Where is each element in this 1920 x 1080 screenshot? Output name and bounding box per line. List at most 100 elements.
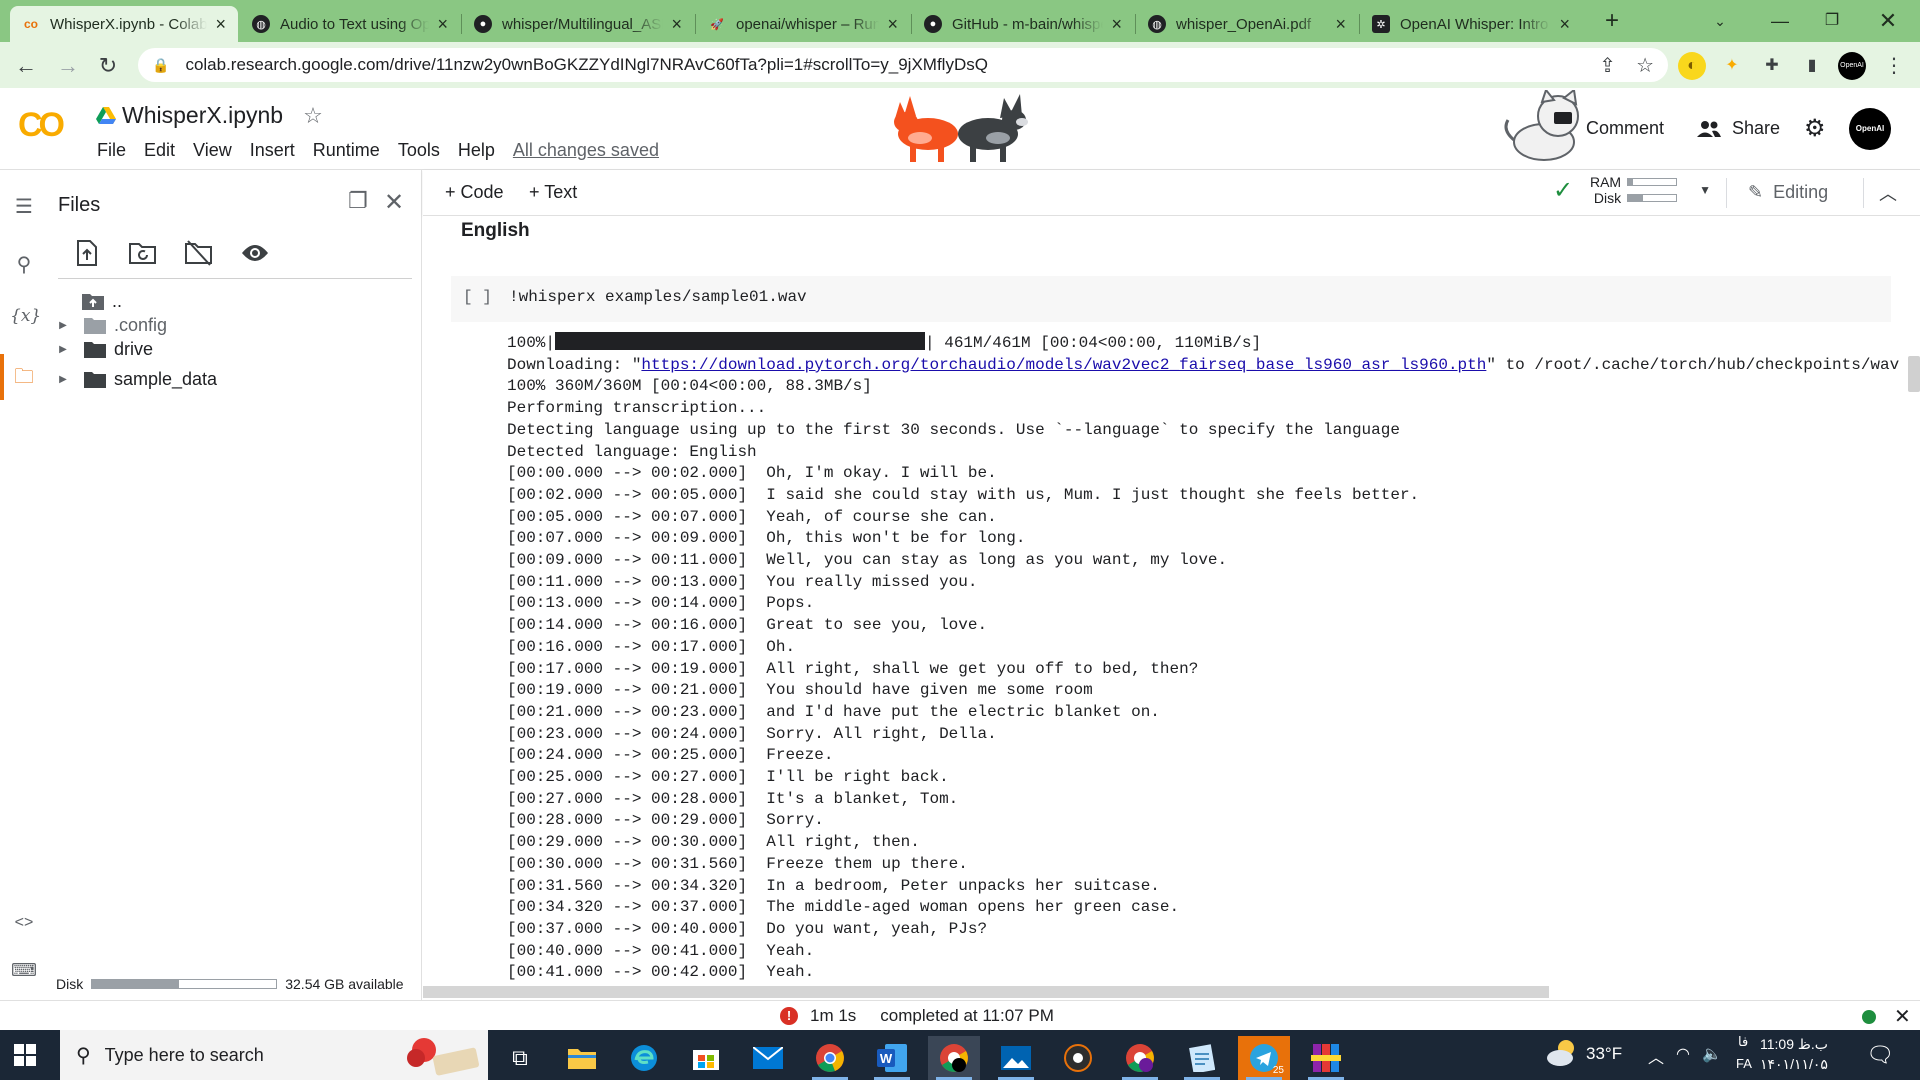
language-short[interactable]: فا	[1738, 1034, 1748, 1050]
share-page-icon[interactable]: ⇪	[1599, 53, 1616, 78]
notepad-icon[interactable]	[1176, 1036, 1228, 1080]
google-drive-icon[interactable]	[96, 106, 116, 125]
close-tab-icon[interactable]: ×	[1335, 14, 1346, 35]
star-icon[interactable]: ☆	[303, 103, 323, 129]
word-icon[interactable]: W	[866, 1036, 918, 1080]
clock[interactable]: 11:09 ب.ظ ۱۴۰۱/۱۱/۰۵	[1760, 1034, 1828, 1074]
menu-runtime[interactable]: Runtime	[304, 140, 389, 161]
close-panel-icon[interactable]: ✕	[384, 188, 404, 217]
close-tab-icon[interactable]: ×	[437, 14, 448, 35]
tab-whisper-multilingual[interactable]: ● whisper/Multilingual_ASR ×	[462, 6, 694, 42]
extension-icon[interactable]: ✦	[1718, 52, 1746, 80]
settings-gear-icon[interactable]: ⚙	[1804, 114, 1826, 143]
unmount-drive-icon[interactable]	[184, 238, 214, 268]
photos-icon[interactable]	[990, 1036, 1042, 1080]
windows-start-icon[interactable]	[14, 1044, 36, 1066]
upload-file-icon[interactable]	[72, 238, 102, 268]
run-cell-button[interactable]: [ ]	[463, 288, 492, 306]
search-icon[interactable]: ⚲	[10, 252, 38, 280]
tree-item-config[interactable]: ▶ .config	[56, 312, 167, 338]
menu-edit[interactable]: Edit	[135, 140, 184, 161]
open-in-tab-icon[interactable]: ❐	[348, 188, 368, 214]
close-tab-icon[interactable]: ×	[1559, 14, 1570, 35]
side-panel-icon[interactable]: ▮	[1798, 52, 1826, 80]
tree-item-parent[interactable]: ..	[82, 288, 122, 314]
variables-icon[interactable]: {x}	[10, 306, 41, 334]
expand-caret-icon[interactable]: ▶	[56, 374, 70, 385]
collapse-header-icon[interactable]: ︿	[1879, 180, 1897, 206]
file-explorer-icon[interactable]	[556, 1036, 608, 1080]
close-tab-icon[interactable]: ×	[1111, 14, 1122, 35]
tab-audio-to-text[interactable]: ◍ Audio to Text using OpenAI ×	[240, 6, 460, 42]
tab-github-whisperx[interactable]: ● GitHub - m-bain/whisperX ×	[912, 6, 1134, 42]
telegram-icon[interactable]: 25	[1238, 1036, 1290, 1080]
chrome-icon[interactable]	[804, 1036, 856, 1080]
extensions-puzzle-icon[interactable]: ✚	[1758, 52, 1786, 80]
horizontal-scrollbar[interactable]	[423, 986, 1549, 998]
code-cell[interactable]: [ ] !whisperx examples/sample01.wav	[451, 276, 1891, 322]
new-tab-button[interactable]: +	[1592, 6, 1632, 36]
execution-status[interactable]: ! 1m 1s completed at 11:07 PM	[780, 1006, 1054, 1026]
task-view-icon[interactable]: ⧉	[494, 1036, 546, 1080]
profile-avatar[interactable]: OpenAI	[1838, 52, 1866, 80]
menu-tools[interactable]: Tools	[389, 140, 449, 161]
back-icon[interactable]: ←	[10, 50, 42, 82]
wifi-icon[interactable]: ◠	[1676, 1044, 1690, 1064]
show-hidden-files-icon[interactable]	[240, 238, 270, 268]
menu-insert[interactable]: Insert	[241, 140, 304, 161]
address-bar[interactable]: 🔒 colab.research.google.com/drive/11nzw2…	[138, 48, 1668, 82]
forward-icon[interactable]: →	[52, 50, 84, 82]
volume-icon[interactable]: 🔈	[1702, 1044, 1722, 1064]
tab-colab[interactable]: co WhisperX.ipynb - Colab ×	[10, 6, 238, 42]
edge-icon[interactable]	[618, 1036, 670, 1080]
winrar-icon[interactable]	[1300, 1036, 1352, 1080]
menu-help[interactable]: Help	[449, 140, 504, 161]
files-folder-icon[interactable]: 🗀	[10, 362, 38, 390]
chrome-profile-icon[interactable]	[928, 1036, 980, 1080]
account-avatar[interactable]: OpenAI	[1849, 108, 1891, 150]
media-player-icon[interactable]	[1052, 1036, 1104, 1080]
close-tab-icon[interactable]: ×	[215, 14, 226, 35]
reload-icon[interactable]: ↻	[92, 50, 124, 82]
browser-menu-icon[interactable]: ⋮	[1880, 52, 1908, 80]
close-tab-icon[interactable]: ×	[887, 14, 898, 35]
menu-view[interactable]: View	[184, 140, 241, 161]
dropdown-arrow-icon[interactable]: ▼	[1699, 183, 1711, 197]
chrome-alt-profile-icon[interactable]	[1114, 1036, 1166, 1080]
download-link[interactable]: https://download.pytorch.org/torchaudio/…	[641, 356, 1486, 374]
show-hidden-icons-icon[interactable]: ︿	[1648, 1044, 1664, 1068]
minimize-icon[interactable]: —	[1760, 6, 1800, 36]
language-indicator[interactable]: FA	[1736, 1056, 1752, 1071]
comment-button[interactable]: Comment	[1586, 118, 1664, 139]
tab-whisper-pdf[interactable]: ◍ whisper_OpenAi.pdf ×	[1136, 6, 1358, 42]
vertical-scrollbar[interactable]	[1908, 356, 1920, 392]
bookmark-star-icon[interactable]: ☆	[1636, 53, 1654, 78]
save-status[interactable]: All changes saved	[504, 140, 668, 161]
restore-icon[interactable]: ❐	[1812, 6, 1852, 36]
microsoft-store-icon[interactable]	[680, 1036, 732, 1080]
close-status-icon[interactable]: ✕	[1894, 1004, 1911, 1029]
weather-cloud-icon[interactable]	[1546, 1038, 1580, 1073]
weather-temp[interactable]: 33°F	[1586, 1044, 1622, 1064]
notebook-name[interactable]: WhisperX.ipynb	[122, 102, 283, 129]
taskbar-search[interactable]: ⚲ Type here to search	[60, 1030, 488, 1080]
command-palette-icon[interactable]: ⌨	[10, 960, 38, 988]
tab-openai-whisper-run[interactable]: 🚀 openai/whisper – Run ×	[696, 6, 910, 42]
expand-caret-icon[interactable]: ▶	[56, 344, 70, 355]
notifications-icon[interactable]: 🗨	[1866, 1042, 1894, 1068]
tab-search-icon[interactable]: ⌄	[1700, 6, 1740, 36]
add-text-button[interactable]: + Text	[529, 182, 577, 203]
tab-openai-whisper-intro[interactable]: ✲ OpenAI Whisper: Intro ×	[1360, 6, 1582, 42]
resources-indicator[interactable]: ✓ RAM Disk ▼	[1553, 174, 1711, 206]
refresh-folder-icon[interactable]	[128, 238, 158, 268]
colab-logo[interactable]: CO	[18, 106, 65, 145]
close-window-icon[interactable]: ✕	[1868, 6, 1908, 36]
table-of-contents-icon[interactable]: ☰	[10, 194, 38, 222]
expand-caret-icon[interactable]: ▶	[56, 320, 70, 331]
cell-code[interactable]: !whisperx examples/sample01.wav	[509, 288, 807, 306]
menu-file[interactable]: File	[88, 140, 135, 161]
mail-icon[interactable]	[742, 1036, 794, 1080]
tree-item-drive[interactable]: ▶ drive	[56, 336, 153, 362]
editing-mode-button[interactable]: ✎ Editing	[1748, 182, 1828, 203]
close-tab-icon[interactable]: ×	[671, 14, 682, 35]
